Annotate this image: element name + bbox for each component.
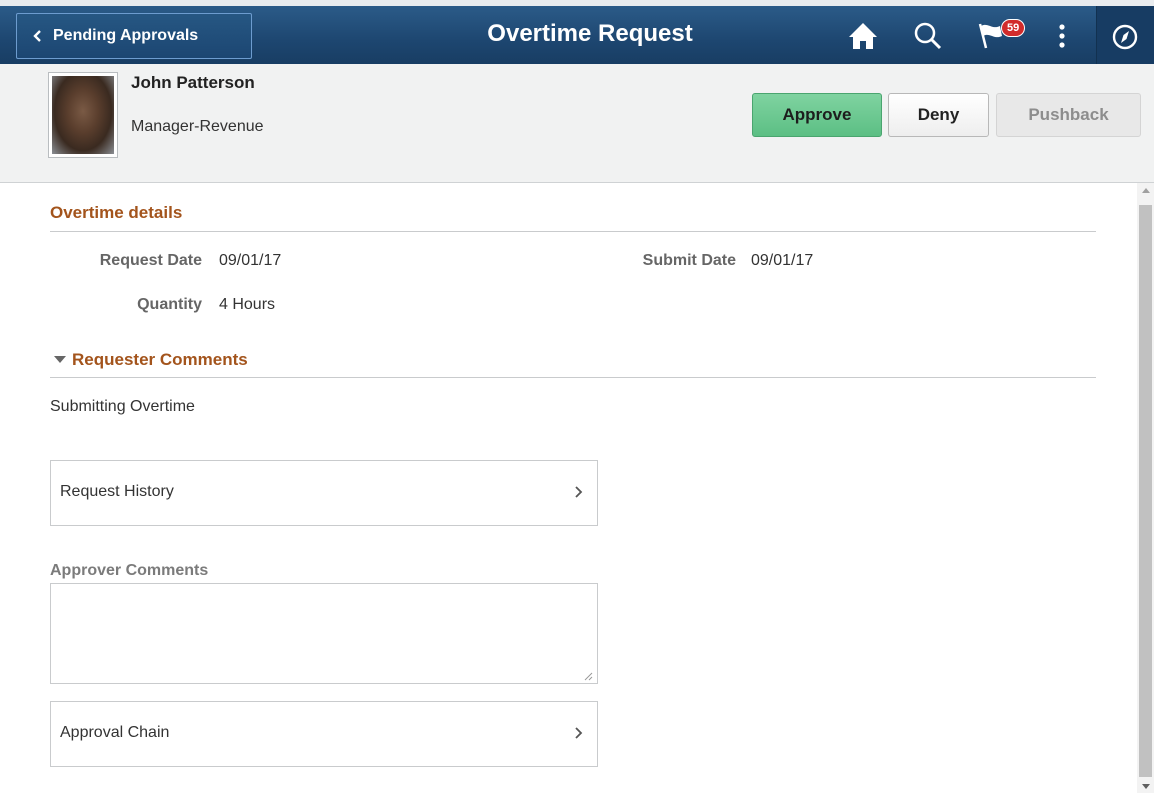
approve-button[interactable]: Approve (752, 93, 882, 137)
caret-down-icon (54, 356, 66, 364)
approver-comments-label: Approver Comments (50, 562, 209, 579)
back-button-label: Pending Approvals (53, 27, 199, 44)
quantity-value: 4 Hours (219, 296, 276, 313)
request-date-label: Request Date (99, 252, 202, 269)
approver-comments-field[interactable] (50, 583, 598, 684)
app-header: Pending Approvals Overtime Request 59 (0, 0, 1154, 70)
submit-date-value: 09/01/17 (751, 252, 814, 269)
quantity-label: Quantity (137, 296, 202, 313)
scrollbar-thumb[interactable] (1139, 205, 1152, 777)
section-divider (50, 231, 1096, 232)
requester-comments-title: Requester Comments (72, 350, 248, 369)
overtime-details-title: Overtime details (50, 203, 183, 222)
resize-grip-icon[interactable] (583, 668, 593, 686)
pushback-button[interactable]: Pushback (996, 93, 1141, 137)
chevron-right-icon (574, 726, 583, 745)
back-to-pending-approvals-button[interactable]: Pending Approvals (16, 13, 252, 59)
employee-job-title: Manager-Revenue (131, 118, 264, 135)
request-history-row[interactable]: Request History (50, 460, 598, 526)
request-history-label: Request History (60, 483, 174, 500)
employee-photo (52, 76, 114, 154)
approval-chain-label: Approval Chain (60, 724, 170, 741)
search-icon[interactable] (912, 20, 944, 52)
navbar-compass-icon[interactable] (1110, 22, 1140, 52)
employee-name: John Patterson (131, 73, 255, 92)
requester-comments-toggle[interactable]: Requester Comments (54, 350, 248, 370)
page-title: Overtime Request (487, 20, 693, 47)
requester-comment-text: Submitting Overtime (50, 398, 195, 415)
request-date-value: 09/01/17 (219, 252, 282, 269)
actions-menu-icon[interactable] (1052, 20, 1072, 52)
home-icon[interactable] (846, 20, 880, 52)
chevron-right-icon (574, 485, 583, 504)
section-divider (50, 377, 1096, 378)
scroll-up-arrow-icon[interactable] (1137, 183, 1154, 197)
avatar (48, 72, 118, 158)
notification-count-badge: 59 (1001, 19, 1026, 37)
scroll-down-arrow-icon[interactable] (1137, 779, 1154, 793)
chevron-left-icon (33, 29, 43, 43)
approval-chain-row[interactable]: Approval Chain (50, 701, 598, 767)
vertical-scrollbar[interactable] (1137, 183, 1154, 793)
submit-date-label: Submit Date (642, 252, 736, 269)
deny-button[interactable]: Deny (888, 93, 989, 137)
